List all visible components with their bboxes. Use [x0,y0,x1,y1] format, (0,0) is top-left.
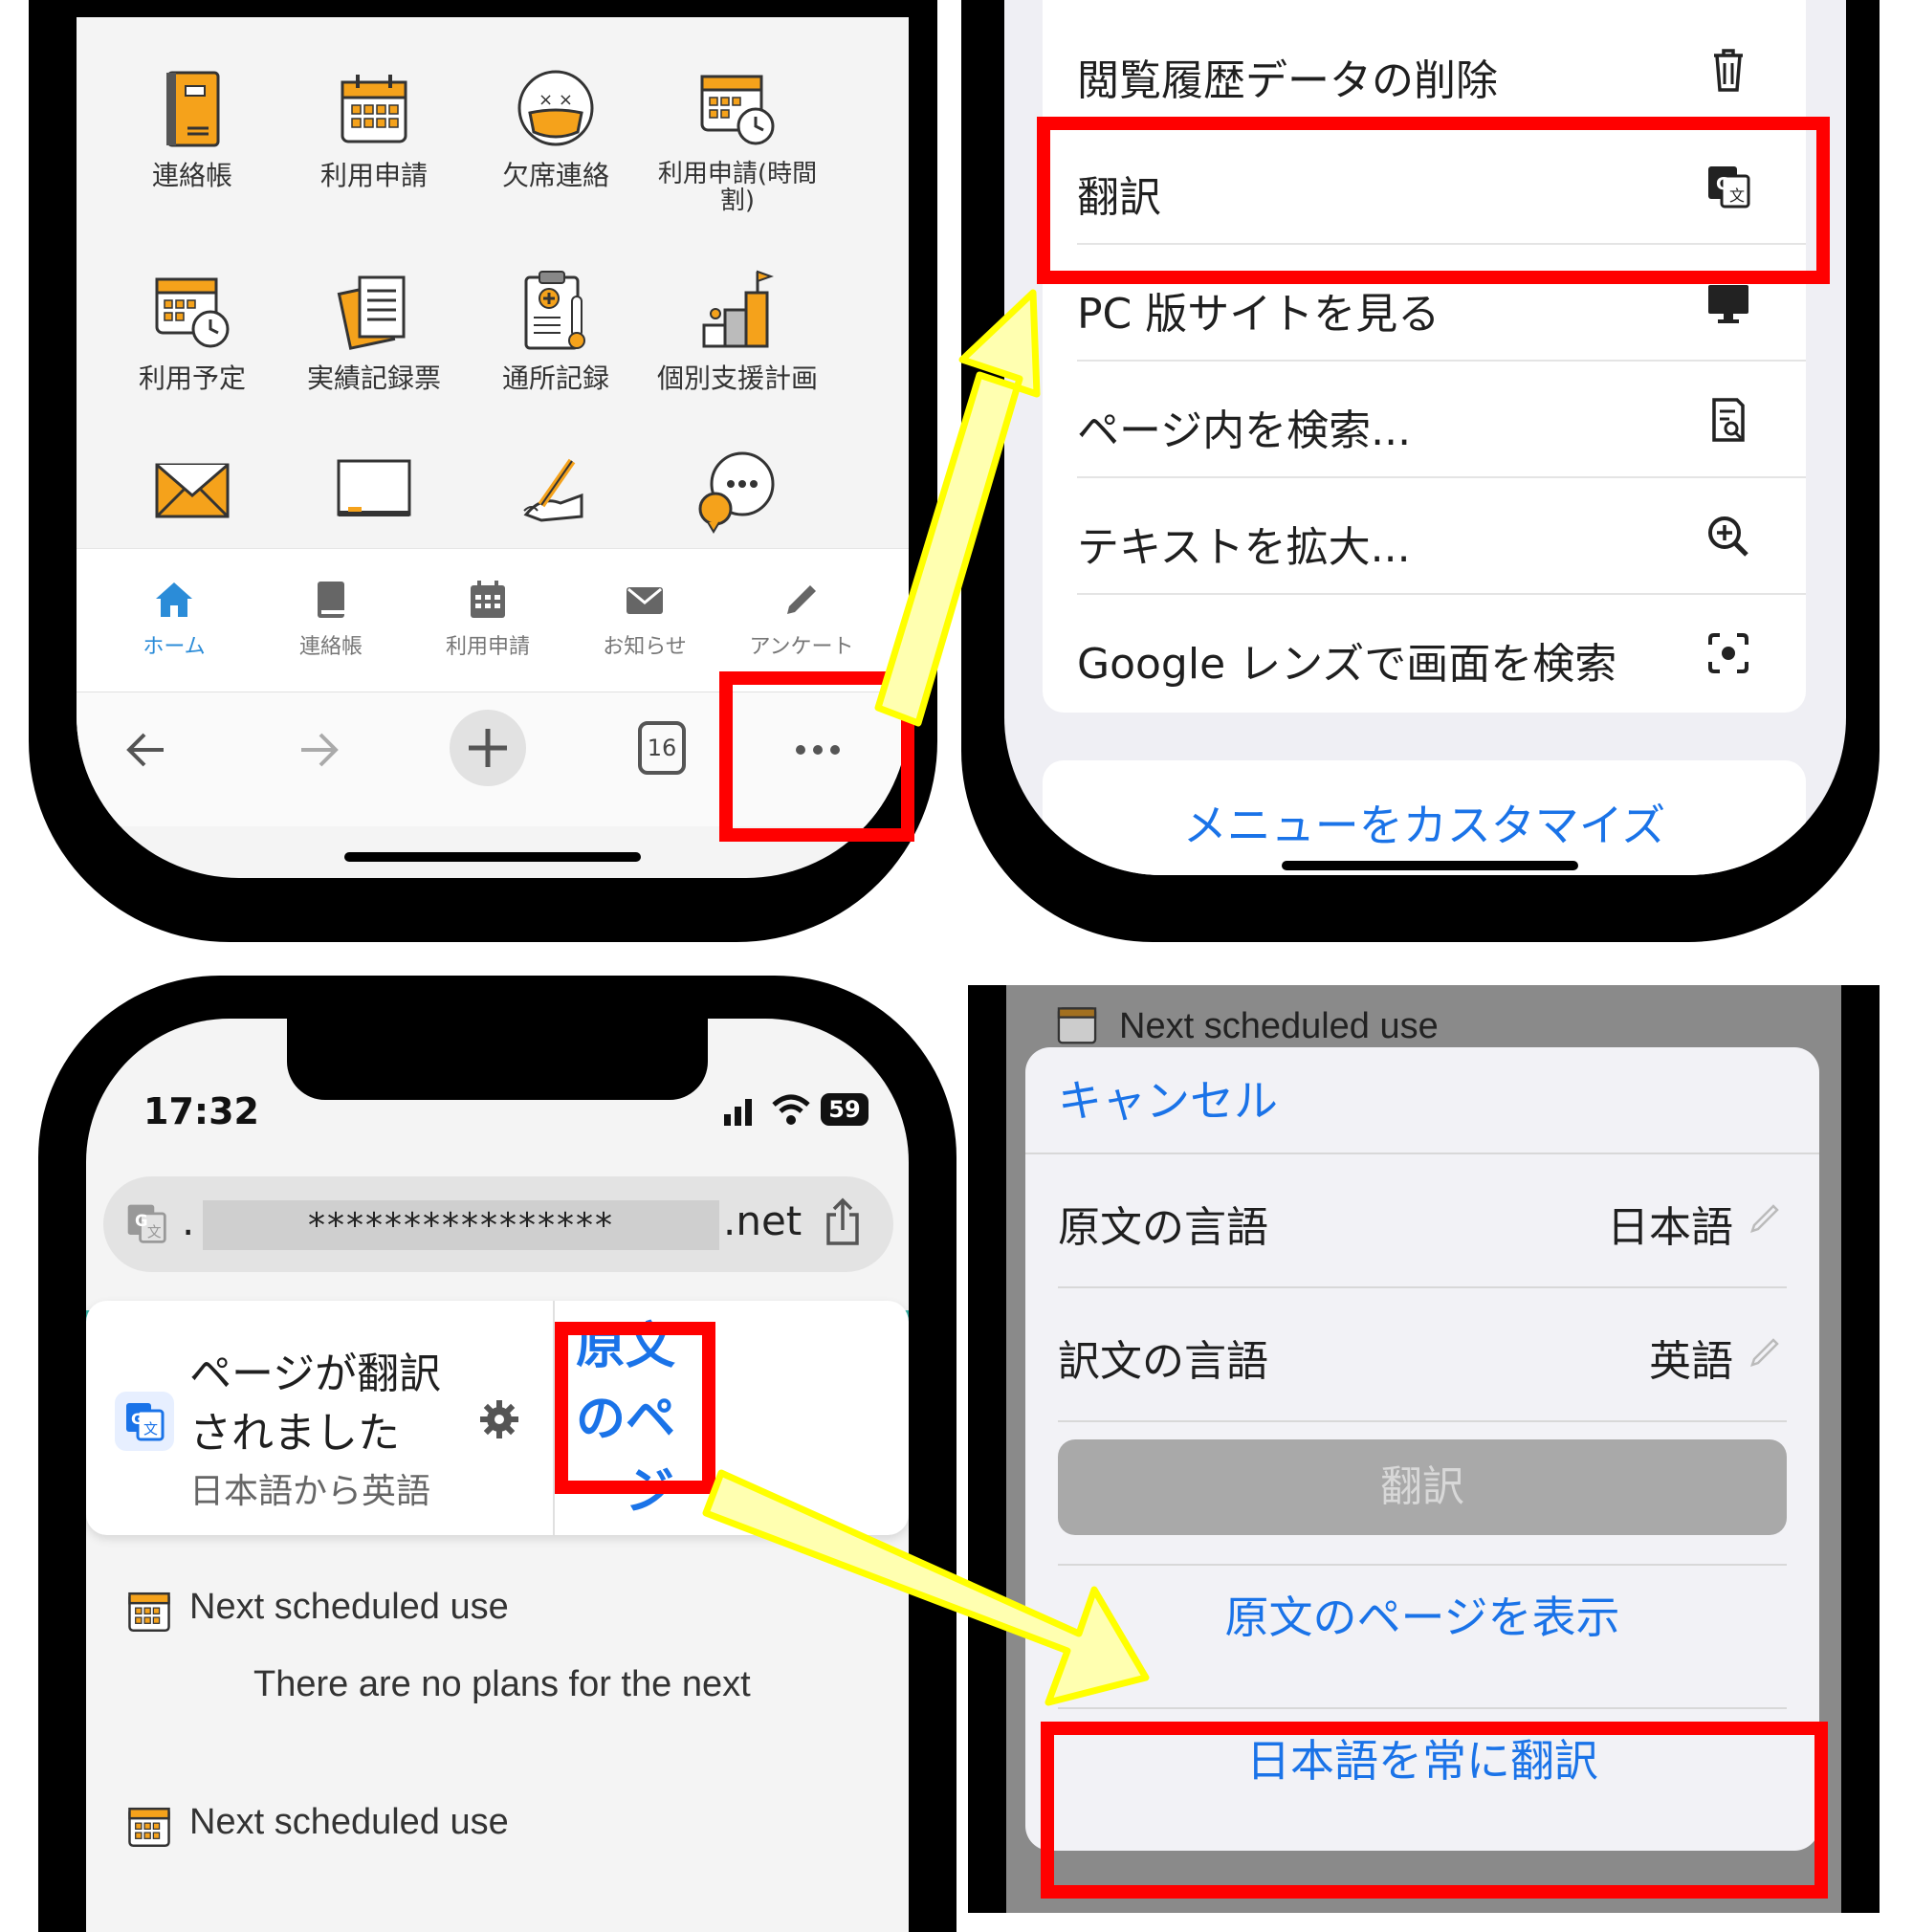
arrow-to-menu [874,289,1041,727]
arrow-to-settings [702,1469,1150,1706]
tutorial-arrows [702,289,1150,1706]
